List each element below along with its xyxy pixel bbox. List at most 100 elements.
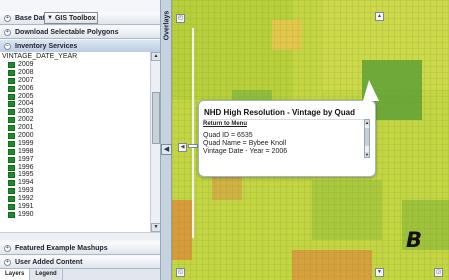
quad-id-text: Quad ID = 6535 bbox=[203, 132, 253, 139]
zoom-slider[interactable] bbox=[188, 28, 198, 238]
tree-root-label: VINTAGE_DATE_YEAR bbox=[2, 53, 78, 60]
popup-scrollbar[interactable]: ▲ ▼ bbox=[364, 119, 370, 158]
popup-scroll-thumb[interactable] bbox=[365, 128, 369, 146]
year-swatch-icon bbox=[8, 148, 15, 155]
year-label: 2006 bbox=[18, 84, 34, 92]
year-item[interactable]: 1999 bbox=[0, 140, 150, 148]
app-window: + Base Data + Download Selectable Polygo… bbox=[0, 0, 449, 280]
year-item[interactable]: 1990 bbox=[0, 211, 150, 219]
year-item[interactable]: 2006 bbox=[0, 85, 150, 93]
year-label: 1993 bbox=[18, 187, 34, 195]
year-swatch-icon bbox=[8, 211, 15, 218]
download-polygons-header[interactable]: + Download Selectable Polygons bbox=[0, 26, 160, 39]
tab-layers[interactable]: Layers bbox=[0, 269, 31, 280]
year-swatch-icon bbox=[8, 117, 15, 124]
gis-toolbox-dropdown[interactable]: ▼ GIS Toolbox bbox=[44, 12, 98, 24]
year-item[interactable]: 2004 bbox=[0, 100, 150, 108]
inventory-label: Inventory Services bbox=[15, 42, 78, 50]
year-label: 1991 bbox=[18, 202, 34, 210]
year-swatch-icon bbox=[8, 188, 15, 195]
collapse-icon: − bbox=[4, 42, 11, 50]
vintage-tree: VINTAGE_DATE_YEAR 2009 2008 2007 2006 2005 20… bbox=[0, 52, 150, 232]
pan-left-icon[interactable]: ◀ bbox=[178, 143, 187, 152]
year-label: 2009 bbox=[18, 60, 34, 68]
year-item[interactable]: 2005 bbox=[0, 93, 150, 101]
map-bottom-icon[interactable]: ▼ bbox=[375, 268, 384, 277]
year-item[interactable]: 1995 bbox=[0, 171, 150, 179]
bottom-tabs: Layers Legend bbox=[0, 269, 160, 280]
user-content-label: User Added Content bbox=[15, 258, 83, 266]
map-top-icon[interactable]: ▲ bbox=[375, 12, 384, 21]
featured-mashups-header[interactable]: + Featured Example Mashups bbox=[0, 242, 160, 255]
year-list: 2009 2008 2007 2006 2005 2004 2003 2002 2001 2000… bbox=[0, 61, 150, 219]
left-panel: + Base Data + Download Selectable Polygo… bbox=[0, 0, 161, 280]
year-swatch-icon bbox=[8, 85, 15, 92]
popup-scroll-up-icon[interactable]: ▲ bbox=[365, 120, 369, 125]
zoom-track bbox=[192, 28, 194, 238]
info-popup: NHD High Resolution - Vintage by Quad Re… bbox=[198, 80, 379, 177]
expand-icon: + bbox=[4, 28, 11, 36]
year-swatch-icon bbox=[8, 69, 15, 76]
popup-title: NHD High Resolution - Vintage by Quad bbox=[204, 108, 355, 117]
year-item[interactable]: 1997 bbox=[0, 156, 150, 164]
year-swatch-icon bbox=[8, 156, 15, 163]
year-label: 1990 bbox=[18, 210, 34, 218]
year-item[interactable]: 1994 bbox=[0, 179, 150, 187]
user-content-header[interactable]: + User Added Content bbox=[0, 256, 160, 269]
year-item[interactable]: 2009 bbox=[0, 61, 150, 69]
year-swatch-icon bbox=[8, 180, 15, 187]
return-to-menu-link[interactable]: Return to Menu bbox=[203, 120, 367, 128]
overlays-bar[interactable]: Overlays ◀ bbox=[161, 0, 172, 280]
scroll-up-icon[interactable]: ▲ bbox=[151, 52, 160, 61]
year-swatch-icon bbox=[8, 172, 15, 179]
vintage-year-text: Vintage Date - Year = 2006 bbox=[203, 148, 288, 155]
popup-pointer bbox=[363, 80, 379, 101]
year-label: 1994 bbox=[18, 179, 34, 187]
zoom-knob[interactable] bbox=[188, 144, 198, 148]
scroll-thumb[interactable] bbox=[152, 92, 160, 144]
map-bottom-left-icon[interactable]: ◱ bbox=[176, 268, 185, 277]
tree-vertical-scrollbar[interactable]: ▲ ▼ bbox=[150, 52, 160, 232]
year-item[interactable]: 2008 bbox=[0, 69, 150, 77]
year-item[interactable]: 1991 bbox=[0, 203, 150, 211]
year-item[interactable]: 2001 bbox=[0, 124, 150, 132]
year-label: 2008 bbox=[18, 68, 34, 76]
year-label: 2005 bbox=[18, 92, 34, 100]
expand-icon: + bbox=[4, 244, 11, 252]
year-swatch-icon bbox=[8, 203, 15, 210]
map-bottom-right-icon[interactable]: ◲ bbox=[434, 268, 443, 277]
scroll-down-icon[interactable]: ▼ bbox=[151, 223, 160, 232]
featured-label: Featured Example Mashups bbox=[15, 244, 108, 252]
year-item[interactable]: 2000 bbox=[0, 132, 150, 140]
year-label: 1998 bbox=[18, 147, 34, 155]
year-swatch-icon bbox=[8, 164, 15, 171]
map-corner-icon[interactable]: ◰ bbox=[176, 14, 185, 23]
year-label: 2003 bbox=[18, 108, 34, 116]
quad-name-text: Quad Name = Bybee Knoll bbox=[203, 140, 287, 147]
expand-icon: + bbox=[4, 258, 11, 266]
year-item[interactable]: 1992 bbox=[0, 195, 150, 203]
gis-toolbox-label: GIS Toolbox bbox=[54, 14, 96, 22]
year-label: 1999 bbox=[18, 139, 34, 147]
year-swatch-icon bbox=[8, 93, 15, 100]
popup-content: Return to Menu Quad ID = 6535 Quad Name … bbox=[203, 119, 367, 158]
year-item[interactable]: 2003 bbox=[0, 108, 150, 116]
collapse-panel-icon[interactable]: ◀ bbox=[161, 144, 172, 155]
year-label: 1997 bbox=[18, 155, 34, 163]
year-item[interactable]: 2002 bbox=[0, 116, 150, 124]
year-swatch-icon bbox=[8, 132, 15, 139]
tree-horizontal-scrollbar[interactable] bbox=[0, 232, 160, 240]
year-label: 2007 bbox=[18, 76, 34, 84]
year-item[interactable]: 1996 bbox=[0, 164, 150, 172]
year-item[interactable]: 2007 bbox=[0, 77, 150, 85]
year-label: 2004 bbox=[18, 100, 34, 108]
popup-scroll-down-icon[interactable]: ▼ bbox=[365, 152, 369, 157]
year-item[interactable]: 1998 bbox=[0, 148, 150, 156]
year-label: 1996 bbox=[18, 163, 34, 171]
tab-legend[interactable]: Legend bbox=[30, 269, 63, 280]
year-label: 2002 bbox=[18, 116, 34, 124]
year-swatch-icon bbox=[8, 196, 15, 203]
year-item[interactable]: 1993 bbox=[0, 187, 150, 195]
year-label: 2000 bbox=[18, 131, 34, 139]
figure-letter: B bbox=[406, 228, 423, 252]
